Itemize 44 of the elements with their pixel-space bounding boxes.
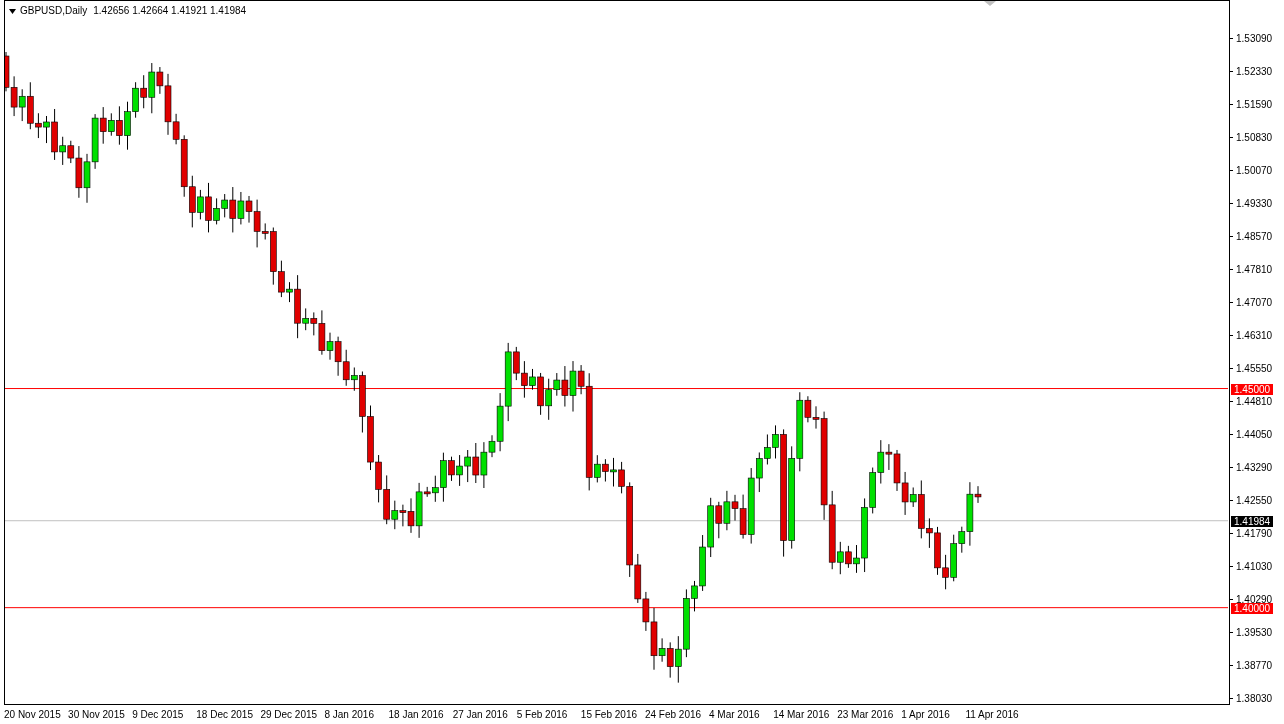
date-tick-label: 8 Jan 2016 [324, 708, 375, 721]
price-tick-label: 1.38770 [1236, 659, 1273, 671]
price-tick-label: 1.47810 [1236, 263, 1273, 275]
date-tick-label: 18 Dec 2015 [196, 708, 254, 721]
price-marker-label: 1.41984 [1231, 515, 1274, 527]
shift-marker-icon[interactable] [984, 1, 996, 6]
date-tick-label: 30 Nov 2015 [68, 708, 126, 721]
price-tick-label: 1.48570 [1236, 230, 1273, 242]
price-tick-label: 1.52330 [1236, 65, 1273, 77]
date-tick-label: 27 Jan 2016 [452, 708, 509, 721]
price-tick-label: 1.53090 [1236, 32, 1273, 44]
price-tick-label: 1.50830 [1236, 131, 1273, 143]
date-tick-label: 23 Mar 2016 [837, 708, 895, 721]
price-tick-label: 1.46310 [1236, 329, 1273, 341]
price-tick-label: 1.39530 [1236, 626, 1273, 638]
price-tick-label: 1.47070 [1236, 296, 1273, 308]
price-tick-label: 1.38030 [1236, 692, 1273, 704]
date-tick-label: 1 Apr 2016 [901, 708, 951, 721]
date-tick-label: 4 Mar 2016 [709, 708, 761, 721]
price-tick-label: 1.44050 [1236, 428, 1273, 440]
date-tick-label: 5 Feb 2016 [516, 708, 569, 721]
price-tick-label: 1.44810 [1236, 395, 1273, 407]
price-tick-label: 1.49330 [1236, 197, 1273, 209]
date-tick-label: 15 Feb 2016 [580, 708, 638, 721]
date-tick-label: 20 Nov 2015 [4, 708, 62, 721]
ohlc-values: 1.42656 1.42664 1.41921 1.41984 [93, 5, 247, 17]
price-tick-label: 1.43290 [1236, 461, 1273, 473]
date-tick-label: 9 Dec 2015 [132, 708, 185, 721]
date-tick-label: 24 Feb 2016 [644, 708, 703, 721]
date-tick-label: 11 Apr 2016 [965, 708, 1020, 721]
price-tick-label: 1.41790 [1236, 527, 1273, 539]
date-tick-label: 14 Mar 2016 [773, 708, 831, 721]
price-tick-label: 1.50070 [1236, 164, 1273, 176]
price-tick-label: 1.40290 [1236, 593, 1273, 605]
price-tick-label: 1.45550 [1236, 362, 1273, 374]
price-marker-label: 1.40000 [1231, 602, 1274, 614]
date-tick-label: 18 Jan 2016 [388, 708, 445, 721]
price-tick-label: 1.42550 [1236, 494, 1273, 506]
price-tick-label: 1.41030 [1236, 560, 1273, 572]
price-tick-label: 1.51590 [1236, 98, 1273, 110]
price-marker-label: 1.45000 [1231, 383, 1274, 395]
date-tick-label: 29 Dec 2015 [260, 708, 319, 721]
symbol-label: GBPUSD,Daily [20, 5, 88, 17]
dropdown-triangle-icon[interactable] [9, 8, 16, 14]
